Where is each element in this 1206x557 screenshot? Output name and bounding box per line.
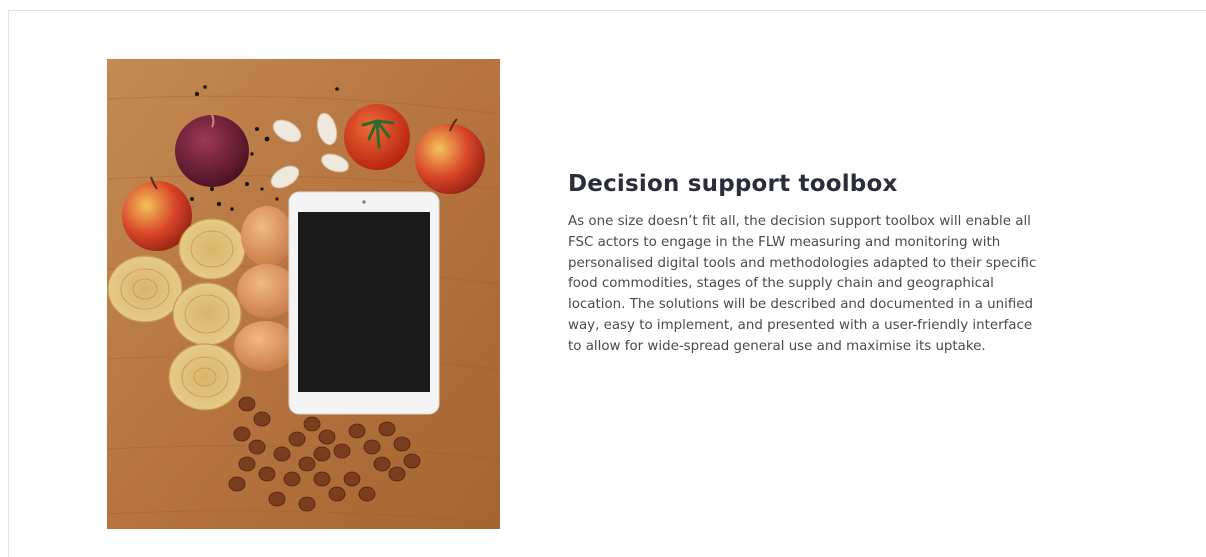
section-content: Decision support toolbox As one size doe… bbox=[568, 168, 1048, 358]
food-tablet-photo bbox=[107, 59, 500, 529]
section-description: As one size doesn’t fit all, the decisio… bbox=[568, 214, 1037, 354]
section-title: Decision support toolbox bbox=[568, 171, 898, 197]
